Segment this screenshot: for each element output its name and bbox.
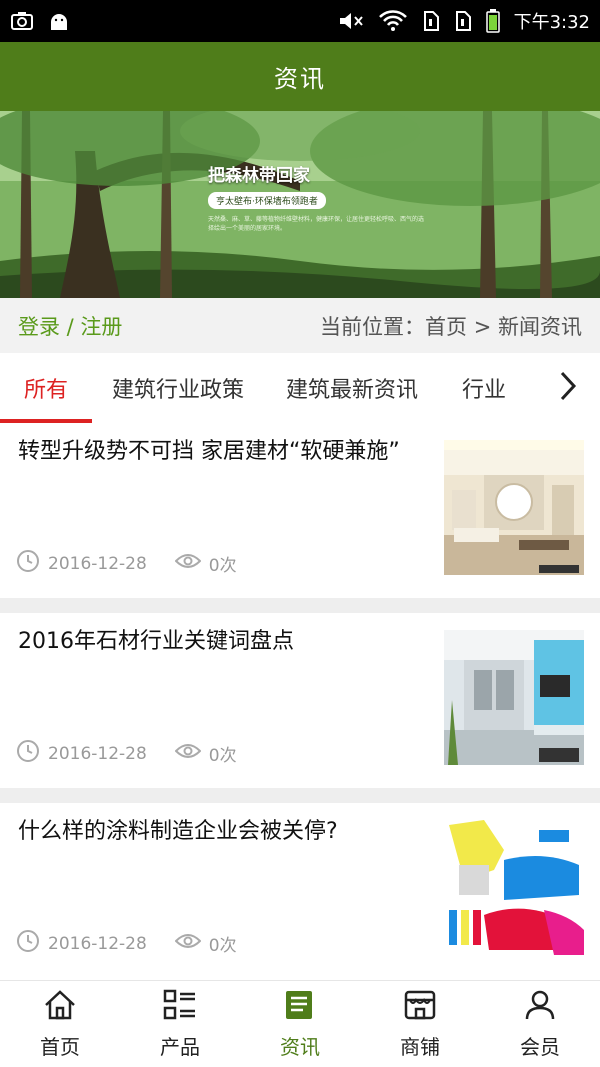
tab-policy[interactable]: 建筑行业政策 [92, 353, 244, 423]
person-icon [523, 989, 557, 1025]
nav-label: 商铺 [400, 1034, 440, 1059]
clock-icon [16, 929, 40, 958]
banner-desc: 天然桑、麻、草、藤等植物纤维壁材料，健康环保，让居住更轻松呼吸、西气的选择绘出一… [208, 216, 425, 232]
battery-icon [485, 9, 500, 33]
category-tabs: 所有 建筑行业政策 建筑最新资讯 行业 [0, 353, 600, 423]
nav-label: 资讯 [280, 1034, 320, 1059]
clock-icon [16, 739, 40, 768]
login-register-link[interactable]: 登录 / 注册 [18, 311, 122, 341]
article-views: 0次 [208, 556, 237, 576]
eye-icon [174, 932, 202, 955]
tab-label: 行业 [462, 378, 507, 403]
article-views: 0次 [208, 936, 237, 956]
wifi-icon [378, 10, 408, 32]
store-icon [403, 989, 437, 1025]
article-title: 什么样的涂料制造企业会被关停? [18, 819, 338, 844]
banner-badge: 亨太壁布·环保墙布领跑者 [208, 192, 326, 209]
nav-home[interactable]: 首页 [0, 981, 120, 1067]
login-bar: 登录 / 注册 当前位置：首页 > 新闻资讯 [0, 298, 600, 353]
divider [0, 598, 600, 613]
breadcrumb: 当前位置：首页 > 新闻资讯 [320, 314, 582, 339]
nav-store[interactable]: 商铺 [360, 981, 480, 1067]
eye-icon [174, 552, 202, 575]
article-date: 2016-12-28 [48, 553, 147, 574]
tv-wall-room-photo [444, 630, 584, 765]
article-item[interactable]: 什么样的涂料制造企业会被关停? 2016-12-28 0次 [0, 803, 600, 978]
mute-icon [338, 10, 364, 32]
tabs-scroll-right-button[interactable] [536, 353, 600, 423]
paint-rollers-photo [444, 820, 584, 955]
status-time: 下午3:32 [513, 12, 590, 33]
article-title: 转型升级势不可挡 家居建材“软硬兼施” [18, 439, 400, 464]
app-header: 资讯 [0, 42, 600, 111]
article-title: 2016年石材行业关键词盘点 [18, 629, 294, 654]
bottom-nav: 首页 产品 资讯 商铺 会员 [0, 980, 600, 1067]
article-item[interactable]: 转型升级势不可挡 家居建材“软硬兼施” 2016-12-28 0次 [0, 423, 600, 598]
nav-label: 首页 [40, 1034, 80, 1059]
clock-icon [16, 549, 40, 578]
article-meta: 2016-12-28 0次 [16, 929, 237, 958]
tab-industry[interactable]: 行业 [418, 353, 506, 423]
tab-label: 建筑最新资讯 [286, 378, 419, 403]
tab-label: 所有 [23, 378, 68, 403]
nav-label: 会员 [520, 1034, 560, 1059]
eye-icon [174, 742, 202, 765]
article-item[interactable]: 2016年石材行业关键词盘点 2016-12-28 0次 [0, 613, 600, 788]
divider [0, 788, 600, 803]
home-icon [43, 989, 77, 1025]
forest-banner[interactable]: 把森林带回家 亨太壁布·环保墙布领跑者 天然桑、麻、草、藤等植物纤维壁材料，健康… [0, 111, 600, 298]
article-views: 0次 [208, 746, 237, 766]
screenshot-icon [10, 10, 34, 32]
document-icon [283, 989, 317, 1025]
tab-label: 建筑行业政策 [112, 378, 245, 403]
article-meta: 2016-12-28 0次 [16, 739, 237, 768]
article-date: 2016-12-28 [48, 933, 147, 954]
article-meta: 2016-12-28 0次 [16, 549, 237, 578]
nav-products[interactable]: 产品 [120, 981, 240, 1067]
tab-latest-news[interactable]: 建筑最新资讯 [244, 353, 418, 423]
nav-member[interactable]: 会员 [480, 981, 600, 1067]
sim1-icon [422, 10, 440, 32]
living-room-photo [444, 440, 584, 575]
chevron-right-icon [558, 370, 578, 406]
status-bar: 下午3:32 [0, 0, 600, 42]
tab-all[interactable]: 所有 [0, 353, 92, 423]
banner-title: 把森林带回家 [208, 166, 310, 186]
banner-text: 把森林带回家 亨太壁布·环保墙布领跑者 天然桑、麻、草、藤等植物纤维壁材料，健康… [208, 161, 428, 233]
nav-news[interactable]: 资讯 [240, 981, 360, 1067]
android-icon [48, 10, 70, 32]
article-date: 2016-12-28 [48, 743, 147, 764]
sim2-icon [454, 10, 472, 32]
grid-list-icon [163, 989, 197, 1025]
status-left [10, 10, 70, 32]
nav-label: 产品 [160, 1034, 200, 1059]
status-right: 下午3:32 [338, 8, 590, 34]
page-title: 资讯 [274, 65, 326, 93]
